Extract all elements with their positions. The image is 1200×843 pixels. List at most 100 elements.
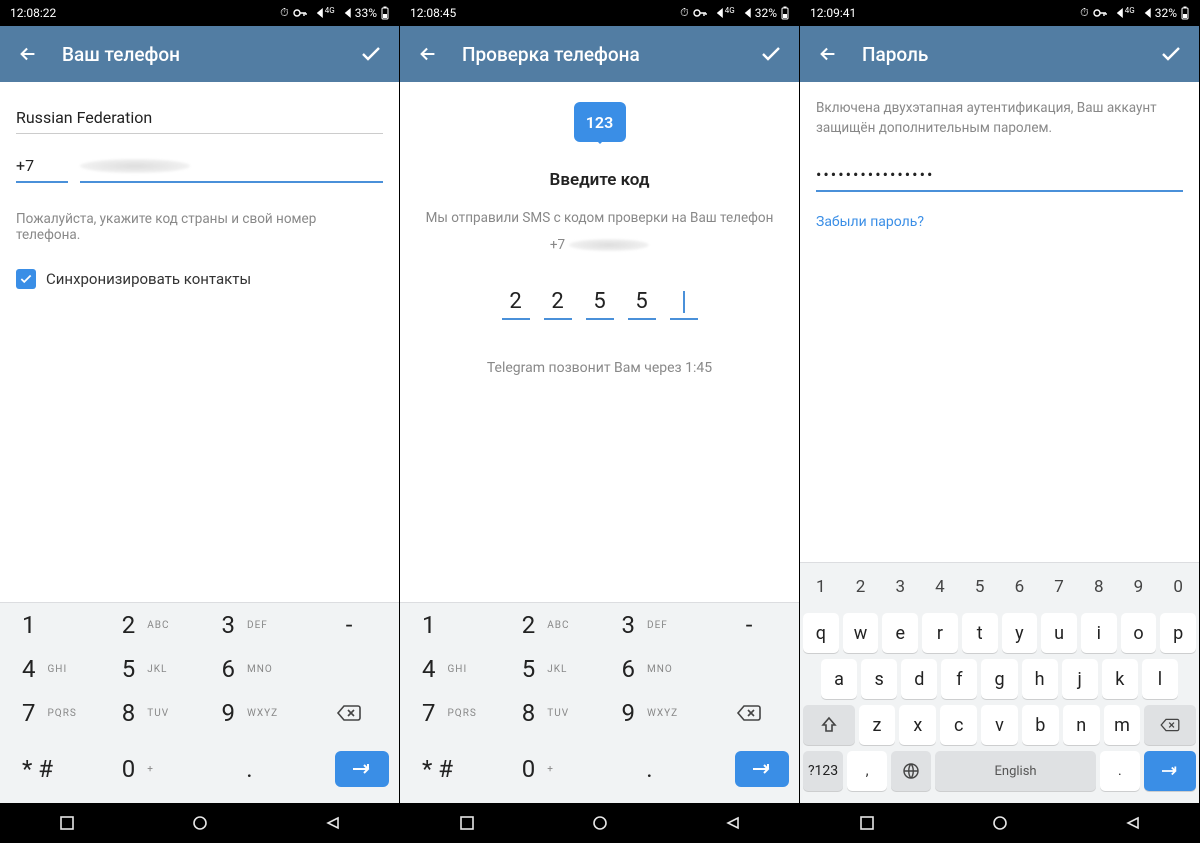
back-button[interactable]	[810, 36, 846, 72]
key-a[interactable]: a	[821, 659, 857, 699]
keypad-key-xxx[interactable]: * #	[0, 735, 100, 803]
keypad-key-x[interactable]: .	[200, 735, 300, 803]
key-v[interactable]: v	[981, 705, 1018, 745]
key-6[interactable]: 6	[1002, 567, 1038, 607]
key-o[interactable]: o	[1121, 613, 1157, 653]
key-b[interactable]: b	[1022, 705, 1059, 745]
key-q[interactable]: q	[803, 613, 839, 653]
done-button[interactable]	[1153, 36, 1189, 72]
key-8[interactable]: 8	[1081, 567, 1117, 607]
keypad-key-7[interactable]: 7PQRS	[400, 691, 500, 735]
key-f[interactable]: f	[941, 659, 977, 699]
nav-back-icon[interactable]	[1125, 815, 1141, 831]
keypad-key-x[interactable]: .	[600, 735, 700, 803]
key-0[interactable]: 0	[1160, 567, 1196, 607]
code-digit-1[interactable]: 2	[544, 289, 572, 320]
key-y[interactable]: y	[1002, 613, 1038, 653]
key-i[interactable]: i	[1081, 613, 1117, 653]
sync-contacts-row[interactable]: Синхронизировать контакты	[16, 269, 383, 289]
code-input-row[interactable]: 2255	[416, 289, 783, 320]
keypad-key-0[interactable]: 0+	[500, 735, 600, 803]
back-button[interactable]	[410, 36, 446, 72]
keypad-key-4[interactable]: 4GHI	[0, 647, 100, 691]
keypad-enter[interactable]	[699, 735, 799, 803]
keypad-key-2[interactable]: 2ABC	[500, 603, 600, 647]
keypad-key-x[interactable]: -	[699, 603, 799, 647]
keypad-key-6[interactable]: 6MNO	[600, 647, 700, 691]
key-h[interactable]: h	[1022, 659, 1058, 699]
keypad-key-5[interactable]: 5JKL	[500, 647, 600, 691]
done-button[interactable]	[353, 36, 389, 72]
keypad-key-8[interactable]: 8TUV	[500, 691, 600, 735]
key-r[interactable]: r	[922, 613, 958, 653]
keypad-key-6[interactable]: 6MNO	[200, 647, 300, 691]
key-7[interactable]: 7	[1041, 567, 1077, 607]
nav-back-icon[interactable]	[725, 815, 741, 831]
keypad-key-1[interactable]: 1	[0, 603, 100, 647]
key-5[interactable]: 5	[962, 567, 998, 607]
keypad-key-5[interactable]: 5JKL	[100, 647, 200, 691]
key-n[interactable]: n	[1063, 705, 1100, 745]
key-d[interactable]: d	[901, 659, 937, 699]
keypad-key-9[interactable]: 9WXYZ	[200, 691, 300, 735]
key-t[interactable]: t	[962, 613, 998, 653]
keypad-key-x[interactable]: -	[299, 603, 399, 647]
enter-key[interactable]	[1144, 751, 1196, 791]
key-s[interactable]: s	[861, 659, 897, 699]
nav-recent-icon[interactable]	[459, 815, 475, 831]
key-z[interactable]: z	[859, 705, 896, 745]
done-button[interactable]	[753, 36, 789, 72]
keypad-key-1[interactable]: 1	[400, 603, 500, 647]
keypad-key-2[interactable]: 2ABC	[100, 603, 200, 647]
globe-key[interactable]	[891, 751, 931, 791]
nav-recent-icon[interactable]	[59, 815, 75, 831]
keypad-backspace[interactable]	[299, 691, 399, 735]
key-j[interactable]: j	[1062, 659, 1098, 699]
keypad-key-8[interactable]: 8TUV	[100, 691, 200, 735]
key-x[interactable]: x	[899, 705, 936, 745]
forgot-password-link[interactable]: Забыли пароль?	[816, 214, 1183, 230]
code-digit-2[interactable]: 5	[586, 289, 614, 320]
key-g[interactable]: g	[981, 659, 1017, 699]
key-c[interactable]: c	[940, 705, 977, 745]
key-m[interactable]: m	[1104, 705, 1141, 745]
code-digit-0[interactable]: 2	[502, 289, 530, 320]
key-w[interactable]: w	[843, 613, 879, 653]
country-code-input[interactable]: +7	[16, 150, 68, 183]
nav-home-icon[interactable]	[592, 815, 608, 831]
period-key[interactable]: .	[1100, 751, 1140, 791]
code-digit-4[interactable]	[670, 289, 698, 320]
code-digit-3[interactable]: 5	[628, 289, 656, 320]
comma-key[interactable]: ,	[847, 751, 887, 791]
nav-home-icon[interactable]	[192, 815, 208, 831]
keypad-key-3[interactable]: 3DEF	[200, 603, 300, 647]
key-9[interactable]: 9	[1121, 567, 1157, 607]
phone-number-input[interactable]	[80, 153, 383, 183]
key-1[interactable]: 1	[803, 567, 839, 607]
keypad-enter[interactable]	[299, 735, 399, 803]
symbols-key[interactable]: ?123	[803, 751, 843, 791]
key-p[interactable]: p	[1160, 613, 1196, 653]
back-button[interactable]	[10, 36, 46, 72]
country-select[interactable]: Russian Federation	[16, 98, 383, 134]
backspace-key[interactable]	[1144, 705, 1196, 745]
key-2[interactable]: 2	[843, 567, 879, 607]
keypad-key-xxx[interactable]: * #	[400, 735, 500, 803]
key-3[interactable]: 3	[882, 567, 918, 607]
nav-home-icon[interactable]	[992, 815, 1008, 831]
keypad-key-3[interactable]: 3DEF	[600, 603, 700, 647]
key-l[interactable]: l	[1142, 659, 1178, 699]
key-k[interactable]: k	[1102, 659, 1138, 699]
key-e[interactable]: e	[882, 613, 918, 653]
keypad-key-9[interactable]: 9WXYZ	[600, 691, 700, 735]
key-u[interactable]: u	[1041, 613, 1077, 653]
password-input[interactable]: ••••••••••••••••	[816, 159, 1183, 192]
shift-key[interactable]	[803, 705, 855, 745]
key-4[interactable]: 4	[922, 567, 958, 607]
keypad-key-4[interactable]: 4GHI	[400, 647, 500, 691]
nav-recent-icon[interactable]	[859, 815, 875, 831]
keypad-key-0[interactable]: 0+	[100, 735, 200, 803]
keypad-backspace[interactable]	[699, 691, 799, 735]
space-key[interactable]: English	[935, 751, 1095, 791]
keypad-key-7[interactable]: 7PQRS	[0, 691, 100, 735]
